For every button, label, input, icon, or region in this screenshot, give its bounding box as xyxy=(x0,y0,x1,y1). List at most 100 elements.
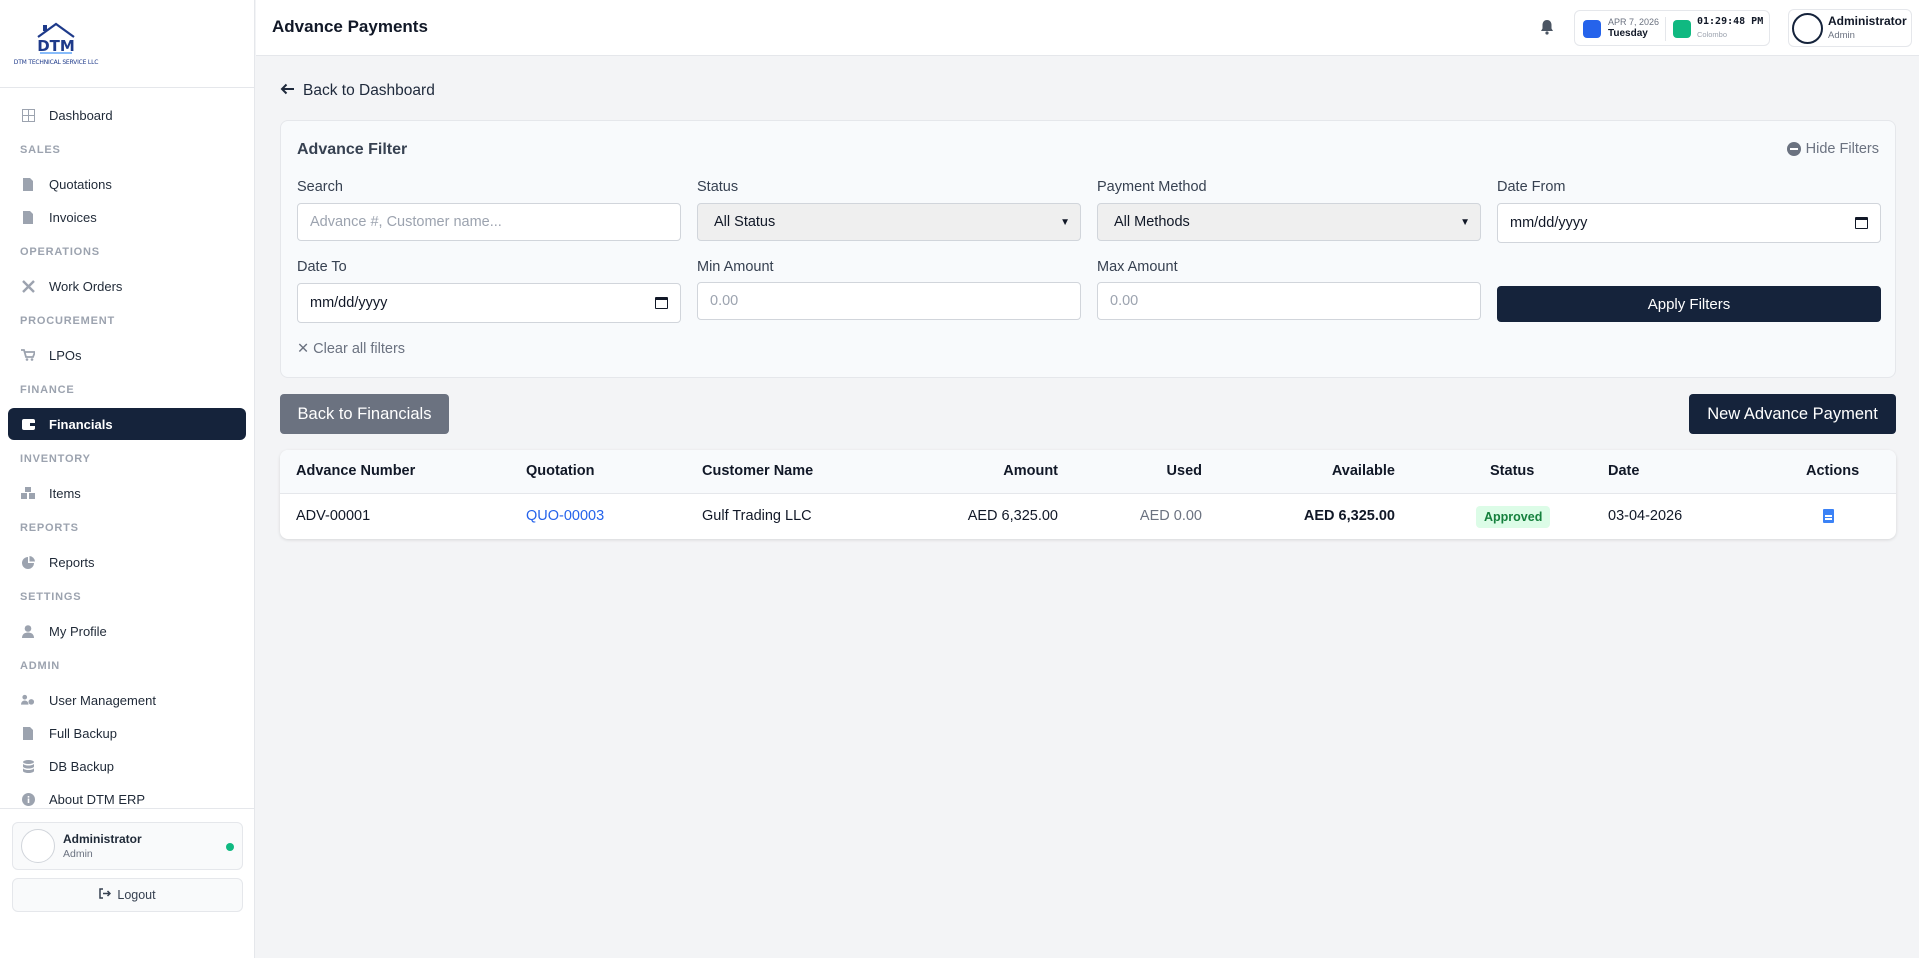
header-user-menu[interactable]: Administrator Admin xyxy=(1788,9,1912,47)
cell-advance-number: ADV-00001 xyxy=(296,508,371,524)
info-icon xyxy=(21,792,35,806)
cell-date: 03-04-2026 xyxy=(1608,508,1683,524)
sidebar-item-label: Invoices xyxy=(49,209,97,225)
bell-icon[interactable] xyxy=(1538,18,1556,36)
avatar xyxy=(21,829,55,863)
sidebar-item-dashboard[interactable]: Dashboard xyxy=(8,99,246,131)
sidebar-item-label: Quotations xyxy=(49,176,112,192)
current-date: APR 7, 2026 xyxy=(1608,17,1660,27)
col-customer-name[interactable]: Customer Name xyxy=(702,463,813,479)
wallet-icon xyxy=(21,417,35,431)
col-actions: Actions xyxy=(1806,463,1860,479)
col-amount[interactable]: Amount xyxy=(1003,463,1058,479)
file-icon xyxy=(21,177,35,191)
section-reports: REPORTS xyxy=(20,521,79,534)
sidebar-item-db-backup[interactable]: DB Backup xyxy=(8,750,246,782)
sidebar-item-financials[interactable]: Financials xyxy=(8,408,246,440)
sidebar-item-label: User Management xyxy=(49,692,156,708)
clock-icon xyxy=(1673,20,1691,38)
logout-button[interactable]: Logout xyxy=(12,878,243,912)
hide-filters-button[interactable]: Hide Filters xyxy=(1786,141,1879,157)
sidebar-user-card[interactable]: Administrator Admin xyxy=(12,822,243,870)
datetime-widget: APR 7, 2026 Tuesday 01:29:48 PM Colombo xyxy=(1574,10,1770,46)
col-quotation[interactable]: Quotation xyxy=(526,463,594,479)
sidebar-item-items[interactable]: Items xyxy=(8,477,246,509)
clear-filters-link[interactable]: ✕ Clear all filters xyxy=(297,341,405,357)
sidebar-item-user-management[interactable]: User Management xyxy=(8,684,246,716)
logout-icon xyxy=(99,888,112,902)
sidebar-item-lpos[interactable]: LPOs xyxy=(8,339,246,371)
section-finance: FINANCE xyxy=(20,383,75,396)
logo-mark-icon: DTM xyxy=(37,22,75,55)
date-to-input[interactable]: mm/dd/yyyy xyxy=(297,283,681,323)
sidebar-item-label: Financials xyxy=(49,416,113,432)
logout-label: Logout xyxy=(117,888,156,902)
calendar-icon[interactable] xyxy=(655,297,668,309)
search-placeholder: Advance #, Customer name... xyxy=(310,214,502,230)
col-available[interactable]: Available xyxy=(1332,463,1395,479)
header-user-role: Admin xyxy=(1828,30,1855,41)
sidebar-item-label: Work Orders xyxy=(49,278,123,294)
document-icon[interactable] xyxy=(1823,509,1834,523)
max-amount-placeholder: 0.00 xyxy=(1110,293,1139,309)
date-from-label: Date From xyxy=(1497,179,1566,195)
company-logo[interactable]: DTM DTM TECHNICAL SERVICE LLC xyxy=(14,16,98,72)
cell-available: AED 6,325.00 xyxy=(1303,508,1395,524)
max-amount-input[interactable]: 0.00 xyxy=(1097,282,1481,320)
sidebar-item-work-orders[interactable]: Work Orders xyxy=(8,270,246,302)
date-from-input[interactable]: mm/dd/yyyy xyxy=(1497,203,1881,243)
sidebar-item-invoices[interactable]: Invoices xyxy=(8,201,246,233)
advance-filter-panel: Advance Filter Hide Filters Search Advan… xyxy=(280,120,1896,378)
sidebar-nav: Dashboard SALES Quotations Invoices OPER… xyxy=(0,88,254,815)
section-admin: ADMIN xyxy=(20,659,61,672)
apply-filters-button[interactable]: Apply Filters xyxy=(1497,286,1881,322)
section-settings: SETTINGS xyxy=(20,590,82,603)
date-to-value: mm/dd/yyyy xyxy=(310,295,388,311)
top-header: Advance Payments APR 7, 2026 Tuesday 01:… xyxy=(256,0,1919,56)
sidebar-item-quotations[interactable]: Quotations xyxy=(8,168,246,200)
status-label: Status xyxy=(697,179,739,195)
min-amount-placeholder: 0.00 xyxy=(710,293,739,309)
tools-icon xyxy=(21,279,35,293)
sidebar-user-role: Admin xyxy=(63,848,93,860)
file-archive-icon xyxy=(21,726,35,740)
minus-circle-icon xyxy=(1786,142,1801,156)
sidebar-item-my-profile[interactable]: My Profile xyxy=(8,615,246,647)
status-select[interactable]: All Status ▼ xyxy=(697,203,1081,241)
pie-chart-icon xyxy=(21,555,35,569)
cell-customer-name: Gulf Trading LLC xyxy=(702,508,812,524)
calendar-icon[interactable] xyxy=(1855,217,1868,229)
sidebar-item-reports[interactable]: Reports xyxy=(8,546,246,578)
date-to-label: Date To xyxy=(297,259,347,275)
quotation-link[interactable]: QUO-00003 xyxy=(526,508,604,524)
sidebar-item-label: Dashboard xyxy=(49,107,113,123)
sidebar-item-label: LPOs xyxy=(49,347,82,363)
col-status[interactable]: Status xyxy=(1490,463,1534,479)
status-selected-value: All Status xyxy=(714,214,776,230)
user-icon xyxy=(21,624,35,638)
sidebar: DTM DTM TECHNICAL SERVICE LLC Dashboard … xyxy=(0,0,255,958)
back-to-financials-button[interactable]: Back to Financials xyxy=(280,394,449,434)
hide-filters-label: Hide Filters xyxy=(1805,141,1879,157)
sidebar-item-full-backup[interactable]: Full Backup xyxy=(8,717,246,749)
sidebar-user-name: Administrator xyxy=(63,832,142,846)
database-icon xyxy=(21,759,35,773)
section-operations: OPERATIONS xyxy=(20,245,100,258)
sidebar-item-label: DB Backup xyxy=(49,758,115,774)
online-status-indicator xyxy=(226,843,234,851)
min-amount-input[interactable]: 0.00 xyxy=(697,282,1081,320)
col-date[interactable]: Date xyxy=(1608,463,1639,479)
col-advance-number[interactable]: Advance Number xyxy=(296,463,415,479)
payment-method-select[interactable]: All Methods ▼ xyxy=(1097,203,1481,241)
new-advance-payment-button[interactable]: New Advance Payment xyxy=(1689,394,1896,434)
payment-method-selected-value: All Methods xyxy=(1114,214,1190,230)
back-to-dashboard-link[interactable]: Back to Dashboard xyxy=(280,82,435,100)
cell-amount: AED 6,325.00 xyxy=(967,508,1058,524)
users-gear-icon xyxy=(21,693,35,707)
filter-title: Advance Filter xyxy=(297,141,408,158)
sidebar-item-label: Reports xyxy=(49,554,95,570)
col-used[interactable]: Used xyxy=(1167,463,1202,479)
search-label: Search xyxy=(297,179,343,195)
sidebar-item-label: About DTM ERP xyxy=(49,791,146,807)
search-input[interactable]: Advance #, Customer name... xyxy=(297,203,681,241)
